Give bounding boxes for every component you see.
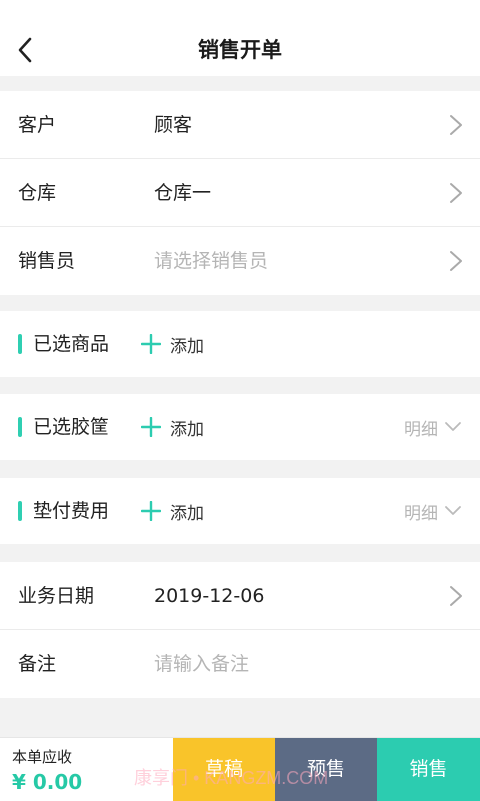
plus-icon: [141, 501, 161, 521]
chevron-right-icon: [450, 586, 462, 606]
business-date-value: 2019-12-06: [154, 585, 265, 607]
remark-row: 备注: [0, 630, 480, 698]
chevron-down-icon: [445, 422, 461, 431]
section-accent-bar: [18, 334, 22, 354]
plus-icon: [141, 334, 161, 354]
selected-goods-section: 已选商品 添加: [0, 311, 480, 377]
chevron-right-icon: [450, 115, 462, 135]
section-title: 已选胶筐: [33, 416, 110, 438]
add-label: 添加: [170, 503, 204, 524]
amount-due-value: ¥ 0.00: [12, 770, 83, 794]
draft-button[interactable]: 草稿: [173, 738, 275, 801]
order-info-card: 客户 顾客 仓库 仓库一 销售员 请选择销售员: [0, 91, 480, 295]
section-title: 已选商品: [33, 333, 110, 355]
section-title: 垫付费用: [33, 500, 110, 522]
selected-baskets-section: 已选胶筐 添加 明细: [0, 394, 480, 460]
customer-value: 顾客: [154, 114, 193, 136]
page-title: 销售开单: [198, 38, 282, 62]
presale-button[interactable]: 预售: [275, 738, 377, 801]
warehouse-label: 仓库: [18, 182, 57, 204]
add-fee-button[interactable]: 添加: [141, 478, 204, 544]
business-date-row[interactable]: 业务日期 2019-12-06: [0, 562, 480, 630]
business-date-label: 业务日期: [18, 585, 95, 607]
detail-label: 明细: [404, 419, 438, 440]
add-basket-button[interactable]: 添加: [141, 394, 204, 460]
section-accent-bar: [18, 501, 22, 521]
salesperson-placeholder: 请选择销售员: [154, 250, 269, 272]
advance-fees-section: 垫付费用 添加 明细: [0, 478, 480, 544]
section-accent-bar: [18, 417, 22, 437]
add-goods-button[interactable]: 添加: [141, 311, 204, 377]
warehouse-row[interactable]: 仓库 仓库一: [0, 159, 480, 227]
plus-icon: [141, 417, 161, 437]
chevron-right-icon: [450, 183, 462, 203]
chevron-down-icon: [445, 506, 461, 515]
amount-due-label: 本单应收: [12, 748, 73, 766]
fee-detail-toggle[interactable]: 明细: [404, 478, 462, 544]
footer-bar: 本单应收 ¥ 0.00 草稿 预售 销售: [0, 737, 480, 801]
salesperson-row[interactable]: 销售员 请选择销售员: [0, 227, 480, 295]
header-bar: 销售开单: [0, 0, 480, 76]
sale-button[interactable]: 销售: [377, 738, 480, 801]
business-info-card: 业务日期 2019-12-06 备注: [0, 562, 480, 698]
salesperson-label: 销售员: [18, 250, 76, 272]
add-label: 添加: [170, 336, 204, 357]
customer-row[interactable]: 客户 顾客: [0, 91, 480, 159]
basket-detail-toggle[interactable]: 明细: [404, 394, 462, 460]
customer-label: 客户: [18, 114, 57, 136]
add-label: 添加: [170, 419, 204, 440]
remark-label: 备注: [18, 653, 57, 675]
warehouse-value: 仓库一: [154, 182, 212, 204]
detail-label: 明细: [404, 503, 438, 524]
chevron-right-icon: [450, 251, 462, 271]
remark-input[interactable]: [154, 630, 434, 698]
